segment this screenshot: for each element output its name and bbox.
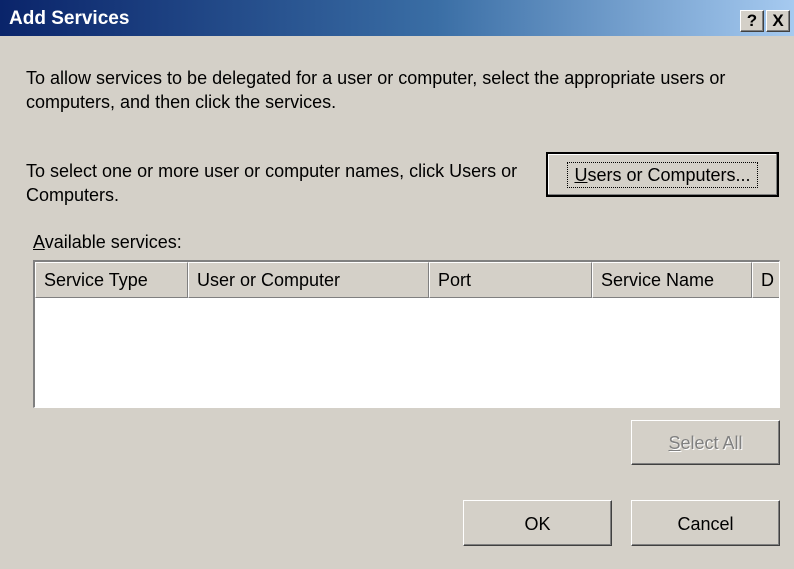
window-title: Add Services xyxy=(9,8,130,29)
title-bar: Add Services ? X xyxy=(0,0,794,36)
users-or-computers-button[interactable]: Users or Computers... xyxy=(546,152,779,197)
users-or-computers-label: Users or Computers... xyxy=(567,162,758,188)
column-header-service-type[interactable]: Service Type xyxy=(35,262,188,298)
available-services-list[interactable]: Service Type User or Computer Port Servi… xyxy=(33,260,780,408)
column-header-domain[interactable]: D xyxy=(752,262,779,298)
select-all-button[interactable]: Select All xyxy=(631,420,780,465)
available-services-label: Available services: xyxy=(33,232,182,252)
column-header-user-or-computer[interactable]: User or Computer xyxy=(188,262,429,298)
picker-hint-text: To select one or more user or computer n… xyxy=(26,161,518,205)
cancel-button[interactable]: Cancel xyxy=(631,500,780,546)
column-header-port[interactable]: Port xyxy=(429,262,592,298)
column-header-service-name[interactable]: Service Name xyxy=(592,262,752,298)
help-button[interactable]: ? xyxy=(740,10,764,32)
intro-text: To allow services to be delegated for a … xyxy=(26,68,726,112)
list-header: Service Type User or Computer Port Servi… xyxy=(35,262,779,298)
close-button[interactable]: X xyxy=(766,10,790,32)
ok-button[interactable]: OK xyxy=(463,500,612,546)
